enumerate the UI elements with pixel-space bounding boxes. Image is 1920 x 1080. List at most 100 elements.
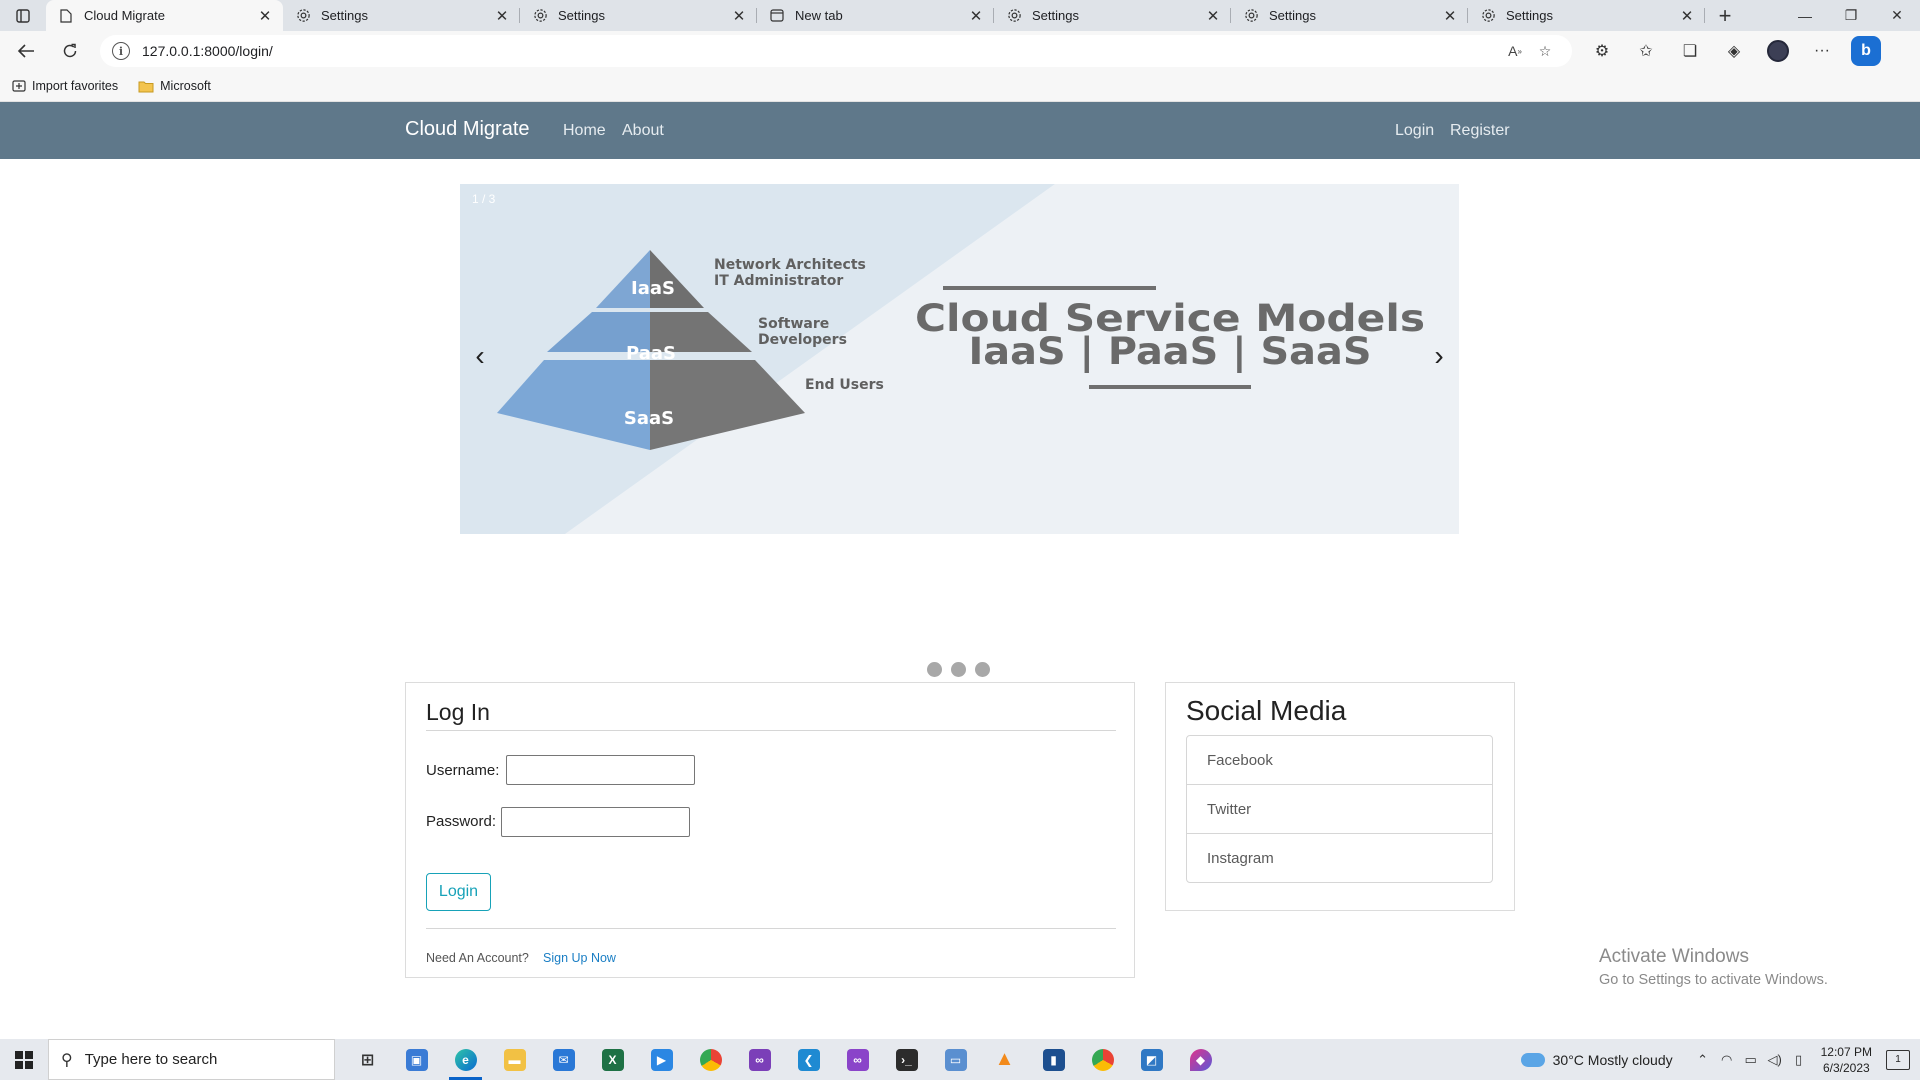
close-window-icon[interactable]: ✕: [1874, 0, 1920, 31]
tab-title: New tab: [795, 8, 843, 23]
browser-tab[interactable]: Settings ✕: [1468, 0, 1705, 31]
volume-icon[interactable]: ◁): [1763, 1052, 1787, 1068]
add-favorite-icon[interactable]: ☆: [1530, 43, 1560, 60]
close-icon[interactable]: ✕: [257, 8, 273, 25]
performance-icon[interactable]: ◈: [1712, 35, 1756, 67]
carousel-dot[interactable]: [951, 662, 966, 677]
taskbar-search-input[interactable]: ⚲ Type here to search: [48, 1039, 335, 1080]
social-item-facebook[interactable]: Facebook: [1187, 736, 1492, 785]
visual-studio-icon[interactable]: ∞: [735, 1039, 784, 1080]
refresh-icon[interactable]: [52, 35, 88, 67]
browser-tab[interactable]: Settings ✕: [520, 0, 757, 31]
close-icon[interactable]: ✕: [1205, 8, 1221, 25]
device-icon[interactable]: ▯: [1787, 1052, 1811, 1068]
mail-icon[interactable]: ✉: [539, 1039, 588, 1080]
minimize-icon[interactable]: —: [1782, 0, 1828, 31]
import-icon: [12, 80, 26, 92]
chevron-up-icon[interactable]: ⌃: [1691, 1052, 1715, 1068]
nav-about-link[interactable]: About: [622, 122, 664, 140]
browser-tab[interactable]: New tab ✕: [757, 0, 994, 31]
carousel-indicators: [927, 662, 999, 677]
close-icon[interactable]: ✕: [494, 8, 510, 25]
carousel-next-icon[interactable]: ›: [1427, 342, 1451, 370]
clock-date: 6/3/2023: [1822, 1060, 1870, 1075]
close-icon[interactable]: ✕: [1679, 8, 1695, 25]
battery-icon[interactable]: ▭: [1739, 1052, 1763, 1068]
username-input[interactable]: [506, 755, 695, 785]
gear-icon: [1243, 8, 1259, 24]
system-tray: 30°C Mostly cloudy ⌃ ◠ ▭ ◁) ▯ 12:07 PM 6…: [1520, 1039, 1920, 1080]
app-icon[interactable]: ▮: [1029, 1039, 1078, 1080]
store-icon[interactable]: ▣: [392, 1039, 441, 1080]
nav-home-link[interactable]: Home: [563, 122, 606, 140]
new-tab-button[interactable]: +: [1705, 0, 1745, 31]
notification-icon[interactable]: 1: [1886, 1049, 1910, 1070]
collections-icon[interactable]: ❏: [1668, 35, 1712, 67]
close-icon[interactable]: ✕: [1442, 8, 1458, 25]
task-view-icon[interactable]: ⊞: [343, 1039, 392, 1080]
window-app-icon[interactable]: ▭: [931, 1039, 980, 1080]
photos-icon[interactable]: ◩: [1127, 1039, 1176, 1080]
browser-tab[interactable]: Settings ✕: [994, 0, 1231, 31]
color-app-icon[interactable]: ◆: [1176, 1039, 1225, 1080]
tab-title: Settings: [1269, 8, 1316, 23]
password-input[interactable]: [501, 807, 690, 837]
file-explorer-icon[interactable]: ▬: [490, 1039, 539, 1080]
folder-icon: [138, 80, 154, 93]
play-store-icon[interactable]: ▶: [637, 1039, 686, 1080]
info-icon[interactable]: i: [112, 42, 130, 60]
visual-studio-alt-icon[interactable]: ∞: [833, 1039, 882, 1080]
tab-title: Cloud Migrate: [84, 8, 165, 23]
brand-link[interactable]: Cloud Migrate: [405, 118, 530, 141]
social-item-twitter[interactable]: Twitter: [1187, 785, 1492, 834]
weather-widget[interactable]: 30°C Mostly cloudy: [1520, 1052, 1673, 1068]
bookmark-microsoft[interactable]: Microsoft: [138, 79, 211, 93]
browser-tab[interactable]: Cloud Migrate ✕: [46, 0, 283, 31]
tab-actions-icon[interactable]: [0, 0, 46, 31]
profile-avatar[interactable]: [1756, 35, 1800, 67]
excel-icon[interactable]: X: [588, 1039, 637, 1080]
address-bar[interactable]: i 127.0.0.1:8000/login/ A» ☆: [100, 35, 1572, 67]
bookmark-import-favorites[interactable]: Import favorites: [12, 79, 118, 93]
password-label: Password:: [426, 813, 497, 830]
read-aloud-icon[interactable]: A»: [1500, 43, 1530, 59]
back-arrow-icon[interactable]: [8, 35, 44, 67]
nav-register-link[interactable]: Register: [1450, 122, 1510, 140]
slide-counter: 1 / 3: [472, 192, 496, 206]
extensions-icon[interactable]: ⚙: [1580, 35, 1624, 67]
vlc-icon[interactable]: ▲: [980, 1039, 1029, 1080]
chrome-profile-icon[interactable]: [1078, 1039, 1127, 1080]
bing-chat-icon[interactable]: b: [1844, 35, 1888, 67]
carousel-dot[interactable]: [927, 662, 942, 677]
carousel-dot[interactable]: [975, 662, 990, 677]
social-item-instagram[interactable]: Instagram: [1187, 834, 1492, 882]
terminal-icon[interactable]: ›_: [882, 1039, 931, 1080]
watermark-line: Activate Windows: [1599, 946, 1749, 967]
browser-tab[interactable]: Settings ✕: [1231, 0, 1468, 31]
close-icon[interactable]: ✕: [731, 8, 747, 25]
username-label: Username:: [426, 762, 500, 779]
pyramid-label-saas: SaaS: [624, 408, 674, 429]
slide-subheadline: IaaS | PaaS | SaaS: [969, 330, 1372, 373]
restore-icon[interactable]: ❐: [1828, 0, 1874, 31]
nav-login-link[interactable]: Login: [1395, 122, 1434, 140]
audience-label: Software: [758, 316, 829, 332]
network-icon[interactable]: ◠: [1715, 1052, 1739, 1068]
url-text[interactable]: 127.0.0.1:8000/login/: [142, 43, 1500, 59]
browser-tab-strip: Cloud Migrate ✕ Settings ✕ Settings ✕ Ne…: [0, 0, 1920, 31]
clock[interactable]: 12:07 PM 6/3/2023: [1821, 1044, 1872, 1076]
signup-link[interactable]: Sign Up Now: [543, 951, 616, 965]
chrome-icon[interactable]: [686, 1039, 735, 1080]
browser-toolbar: i 127.0.0.1:8000/login/ A» ☆ ⚙ ✩ ❏ ◈ ···…: [0, 31, 1920, 71]
more-options-icon[interactable]: ···: [1800, 35, 1844, 67]
favorites-icon[interactable]: ✩: [1624, 35, 1668, 67]
vscode-icon[interactable]: ❮: [784, 1039, 833, 1080]
windows-start-icon[interactable]: [0, 1039, 48, 1080]
gear-icon: [295, 8, 311, 24]
browser-tab[interactable]: Settings ✕: [283, 0, 520, 31]
close-icon[interactable]: ✕: [968, 8, 984, 25]
carousel-prev-icon[interactable]: ‹: [468, 342, 492, 370]
divider: [426, 730, 1116, 731]
login-submit-button[interactable]: Login: [426, 873, 491, 911]
edge-browser-icon[interactable]: e: [441, 1039, 490, 1080]
